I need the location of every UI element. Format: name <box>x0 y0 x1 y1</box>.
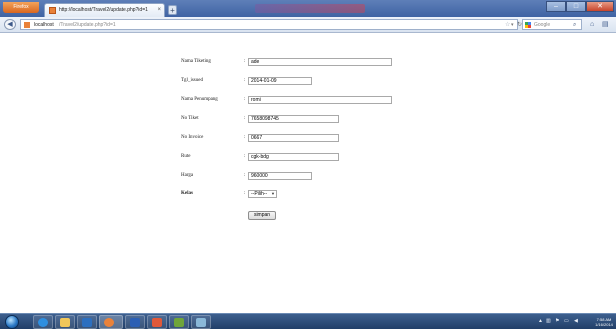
colon: : <box>244 173 246 178</box>
no-invoice-input[interactable] <box>248 134 339 142</box>
search-placeholder: Google <box>534 22 551 28</box>
colon: : <box>244 191 246 196</box>
home-icon[interactable]: ⌂ <box>590 20 594 29</box>
label-harga: Harga <box>181 173 194 178</box>
kelas-select[interactable]: --Pilih-- ▼ <box>248 190 277 198</box>
colon: : <box>244 97 246 102</box>
close-window-button[interactable]: ✕ <box>586 1 614 12</box>
internet-explorer-icon <box>38 318 48 327</box>
label-kelas: Kelas <box>181 191 193 196</box>
bookmark-star-icon[interactable]: ☆ <box>505 21 510 29</box>
taskbar-ie[interactable] <box>33 315 53 329</box>
colon: : <box>244 116 246 121</box>
harga-input[interactable] <box>248 172 312 180</box>
firefox-icon <box>104 318 114 327</box>
tab-title: http://localhost/Travel2/update.php?id=1 <box>59 7 148 13</box>
maximize-button[interactable]: □ <box>566 1 586 12</box>
volume-icon[interactable]: ◀ <box>574 318 578 325</box>
colon: : <box>244 154 246 159</box>
windows-taskbar: ▲ ▥ ⚑ ▭ ◀ 7:58 AM 1/16/2014 <box>0 313 616 329</box>
minimize-icon: – <box>554 3 558 10</box>
google-engine-icon[interactable] <box>525 22 531 28</box>
battery-icon[interactable]: ▭ <box>564 318 569 325</box>
colon: : <box>244 135 246 140</box>
colon: : <box>244 78 246 83</box>
xampp-icon <box>152 318 162 327</box>
url-host: localhost <box>34 22 54 28</box>
taskbar-explorer[interactable] <box>55 315 75 329</box>
label-nama-tiketing: Nama Tiketing <box>181 59 211 64</box>
browser-titlebar: Firefox http://localhost/Travel2/update.… <box>0 0 616 17</box>
label-no-invoice: No Invoice <box>181 135 204 140</box>
paint-icon <box>196 318 206 327</box>
nama-tiketing-input[interactable] <box>248 58 392 66</box>
taskbar-word[interactable] <box>125 315 145 329</box>
colon: : <box>244 59 246 64</box>
back-arrow-icon: ◀ <box>7 21 13 28</box>
show-hidden-icons-icon[interactable]: ▲ <box>538 318 543 325</box>
no-tiket-input[interactable] <box>248 115 339 123</box>
url-bar[interactable]: localhost /Travel2/update.php?id=1 ☆ ▾ ↻ <box>20 19 522 30</box>
taskbar-paint[interactable] <box>191 315 211 329</box>
kelas-selected-value: --Pilih-- <box>251 191 268 197</box>
minimize-button[interactable]: – <box>546 1 566 12</box>
action-center-flag-icon[interactable]: ⚑ <box>555 318 559 325</box>
search-icon[interactable]: ⌕ <box>573 21 576 29</box>
folder-icon <box>60 318 70 327</box>
start-button[interactable] <box>5 315 19 329</box>
taskbar-xampp[interactable] <box>147 315 167 329</box>
network-icon[interactable]: ▥ <box>546 318 551 325</box>
taskbar-dreamweaver[interactable] <box>169 315 189 329</box>
url-dropdown-icon[interactable]: ▾ <box>511 21 514 29</box>
media-player-icon <box>82 318 92 327</box>
rute-input[interactable] <box>248 153 339 161</box>
new-tab-button[interactable]: + <box>168 5 177 15</box>
label-nama-penumpang: Nama Penumpang <box>181 97 218 102</box>
bookmarks-menu-icon[interactable]: ▤ <box>602 20 609 29</box>
maximize-icon: □ <box>573 3 579 10</box>
label-rute: Rute <box>181 154 191 159</box>
navigation-bar: ◀ localhost /Travel2/update.php?id=1 ☆ ▾… <box>0 17 616 33</box>
search-bar[interactable]: Google ⌕ <box>522 19 582 30</box>
label-no-tiket: No Tiket <box>181 116 199 121</box>
tab-close-icon[interactable]: × <box>157 6 161 14</box>
clock-date[interactable]: 1/16/2014 <box>592 322 616 327</box>
chevron-down-icon: ▼ <box>271 191 275 196</box>
taskbar-firefox[interactable] <box>99 315 123 329</box>
close-icon: ✕ <box>597 3 603 10</box>
tgl-issued-input[interactable] <box>248 77 312 85</box>
url-favicon-icon <box>24 22 30 28</box>
taskbar-media[interactable] <box>77 315 97 329</box>
simpan-button[interactable]: simpan <box>248 211 276 220</box>
page-favicon-icon <box>49 7 56 14</box>
titlebar-decoration <box>255 4 365 13</box>
word-icon <box>130 318 140 327</box>
label-tgl-issued: Tgl_issued <box>181 78 203 83</box>
dreamweaver-icon <box>174 318 184 327</box>
firefox-menu-button[interactable]: Firefox <box>3 2 39 13</box>
url-path: /Travel2/update.php?id=1 <box>59 22 116 28</box>
nama-penumpang-input[interactable] <box>248 96 392 104</box>
back-button[interactable]: ◀ <box>4 19 16 30</box>
tab-update-page[interactable]: http://localhost/Travel2/update.php?id=1… <box>44 3 165 17</box>
